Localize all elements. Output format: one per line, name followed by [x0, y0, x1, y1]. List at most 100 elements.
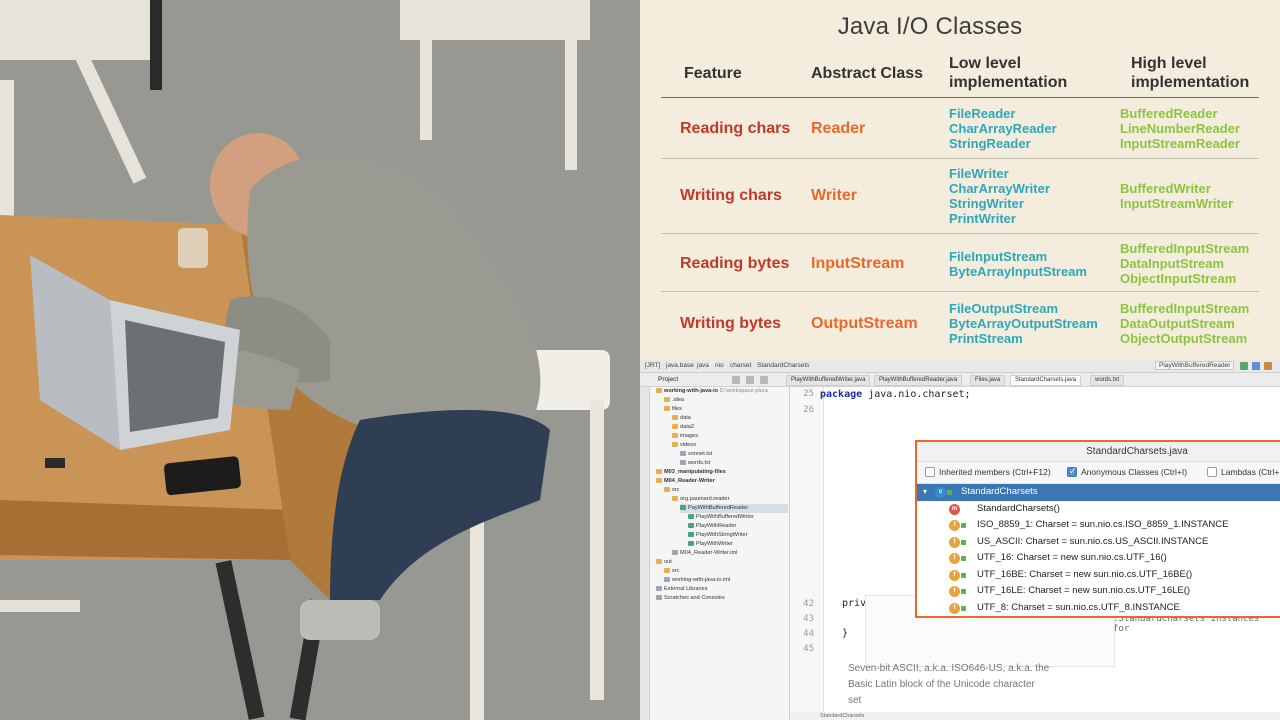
tree-item[interactable]: PlayWithBufferedWriter: [688, 513, 754, 522]
java-io-classes-slide: Java I/O Classes Feature Abstract Class …: [640, 0, 1280, 360]
tree-item[interactable]: data2: [672, 423, 694, 432]
popup-title: StandardCharsets.java: [917, 442, 1280, 462]
structure-item-field[interactable]: f ISO_8859_1: Charset = sun.nio.cs.ISO_8…: [917, 517, 1280, 534]
header-divider: [661, 97, 1259, 98]
tree-item[interactable]: M03_manipulating-files: [656, 468, 726, 477]
tree-item[interactable]: PlayWithWriter: [688, 540, 733, 549]
field-icon: f: [949, 602, 960, 614]
debug-icon[interactable]: [1252, 362, 1260, 370]
tab-standardcharsets[interactable]: StandardCharsets.java: [1010, 375, 1082, 386]
tree-item[interactable]: M04_Reader-Writer.iml: [672, 549, 737, 558]
tree-item[interactable]: PlayWithReader: [688, 522, 736, 531]
run-configuration-select[interactable]: PlayWithBufferedReader: [1155, 361, 1235, 370]
row-divider: [661, 291, 1259, 292]
tree-item-label: words.txt: [688, 460, 711, 466]
tree-item[interactable]: words.txt: [680, 459, 710, 468]
tree-item[interactable]: src: [664, 486, 679, 495]
photo-man-at-laptop: [0, 0, 640, 720]
run-icon[interactable]: [1240, 362, 1248, 370]
field-icon: f: [949, 536, 960, 548]
structure-item-field[interactable]: f US_ASCII: Charset = sun.nio.cs.US_ASCI…: [917, 534, 1280, 551]
breadcrumb-item[interactable]: nio: [715, 362, 724, 369]
breadcrumb-item[interactable]: [JRT]: [645, 362, 660, 369]
tab-files[interactable]: Files.java: [970, 375, 1006, 386]
public-access-icon: [961, 523, 966, 528]
tree-item[interactable]: data: [672, 414, 691, 423]
tree-item[interactable]: org.paumard.reader: [672, 495, 729, 504]
public-access-icon: [961, 572, 966, 578]
tree-item-label: out: [664, 559, 672, 565]
option-anonymous-classes[interactable]: Anonymous Classes (Ctrl+I): [1067, 466, 1188, 477]
breadcrumb-item[interactable]: java.base: [666, 362, 694, 369]
tree-item[interactable]: External Libraries: [656, 585, 708, 594]
editor-breadcrumb-bar[interactable]: StandardCharsets: [790, 712, 1280, 720]
locate-icon[interactable]: [732, 376, 740, 384]
tree-item-label: data2: [680, 424, 694, 430]
course-slide: Java I/O Classes Feature Abstract Class …: [0, 0, 1280, 720]
chevron-down-icon[interactable]: ▾: [923, 484, 927, 501]
option-lambdas[interactable]: Lambdas (Ctrl+L): [1207, 467, 1280, 477]
tree-item[interactable]: working-with-java-io D:\workspace-plura: [656, 387, 768, 396]
tree-item[interactable]: working-with-java-io.iml: [664, 576, 730, 585]
structure-item-field[interactable]: f UTF_16BE: Charset = new sun.nio.cs.UTF…: [917, 567, 1280, 584]
tree-item[interactable]: sonnet.txt: [680, 450, 712, 459]
project-tool-window-label[interactable]: Project: [658, 376, 678, 383]
coverage-icon[interactable]: [1264, 362, 1272, 370]
structure-item-label: US_ASCII: Charset = sun.nio.cs.US_ASCII.…: [977, 535, 1209, 547]
collapse-icon[interactable]: [746, 376, 754, 384]
code-editor[interactable]: 25 26 42 43 44 45 package java.nio.chars…: [790, 387, 1280, 720]
class-name: FileWriter: [949, 166, 1009, 181]
tree-item-label: videos: [680, 442, 697, 448]
ide-screenshot: [JRT] java.base java nio charset Standar…: [640, 360, 1280, 720]
checkbox-checked-icon[interactable]: [1067, 466, 1077, 477]
option-label: Anonymous Classes (Ctrl+I): [1081, 467, 1188, 477]
row-abstract-class: OutputStream: [811, 315, 918, 332]
tree-item[interactable]: files: [664, 405, 682, 414]
checkbox-icon[interactable]: [1207, 467, 1217, 477]
tree-item-label: files: [672, 406, 682, 412]
class-name: CharArrayWriter: [949, 181, 1050, 196]
tab-words-txt[interactable]: words.txt: [1090, 375, 1125, 386]
option-inherited-members[interactable]: Inherited members (Ctrl+F12): [925, 467, 1051, 477]
tab-playwithbufferedwriter[interactable]: PlayWithBufferedWriter.java: [786, 375, 871, 386]
line-number: 42: [803, 599, 814, 609]
structure-item-method[interactable]: m StandardCharsets(): [917, 501, 1280, 518]
structure-item-field[interactable]: f UTF_8: Charset = sun.nio.cs.UTF_8.INST…: [917, 600, 1280, 617]
file-structure-popup[interactable]: StandardCharsets.java Inherited members …: [915, 440, 1280, 618]
tree-item[interactable]: images: [672, 432, 698, 441]
tree-item[interactable]: videos: [672, 441, 696, 450]
structure-item-label: StandardCharsets(): [977, 502, 1060, 514]
tree-item-selected[interactable]: PayWithBufferedReader: [680, 504, 788, 513]
tool-window-strip[interactable]: [640, 387, 650, 720]
tree-item-label: PlayWithBufferedWriter: [696, 514, 754, 520]
class-name: PrintWriter: [949, 211, 1016, 226]
checkbox-icon[interactable]: [925, 467, 935, 477]
field-icon: f: [949, 520, 960, 531]
class-name: DataOutputStream: [1120, 316, 1235, 331]
tree-item[interactable]: M04_Reader-Writer: [656, 477, 715, 486]
line-number: 43: [803, 614, 814, 624]
structure-item-class[interactable]: ▾ c StandardCharsets: [917, 484, 1280, 501]
header-high-line-2: implementation: [1131, 74, 1250, 91]
header-high-level: High level implementation: [1131, 54, 1249, 92]
breadcrumb-item[interactable]: StandardCharsets: [757, 362, 809, 369]
tree-item[interactable]: out: [656, 558, 672, 567]
breadcrumb-item[interactable]: java: [697, 362, 709, 369]
row-divider: [661, 158, 1259, 159]
tree-item[interactable]: PlayWithStringWriter: [688, 531, 748, 540]
breadcrumb-item[interactable]: charset: [730, 362, 751, 369]
row-abstract-class: Writer: [811, 187, 857, 204]
gear-icon[interactable]: [760, 376, 768, 384]
class-name: FileReader: [949, 106, 1016, 121]
structure-item-field[interactable]: f UTF_16: Charset = new sun.nio.cs.UTF_1…: [917, 550, 1280, 567]
structure-item-field[interactable]: f UTF_16LE: Charset = new sun.nio.cs.UTF…: [917, 583, 1280, 600]
class-name: BufferedWriter: [1120, 181, 1211, 196]
class-name: PrintStream: [949, 331, 1023, 346]
tree-item[interactable]: src: [664, 567, 679, 576]
row-low-level-list: FileReader CharArrayReader StringReader: [949, 106, 1057, 151]
tab-playwithbufferedreader[interactable]: PlayWithBufferedReader.java: [874, 375, 963, 386]
tree-item[interactable]: Scratches and Consoles: [656, 594, 725, 603]
tree-item[interactable]: .idea: [664, 396, 684, 405]
row-low-level-list: FileInputStream ByteArrayInputStream: [949, 249, 1087, 279]
tree-item-label: PlayWithReader: [696, 523, 737, 529]
